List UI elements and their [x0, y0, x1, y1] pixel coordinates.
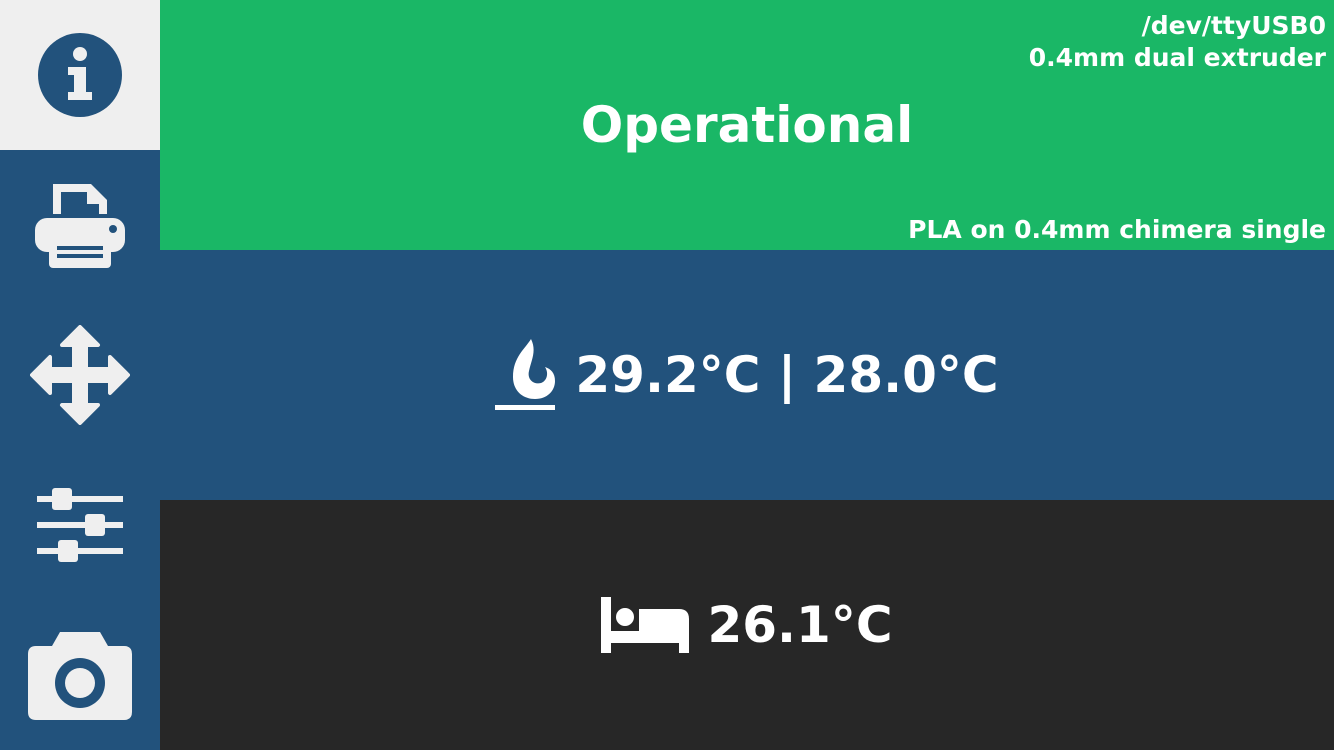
info-circle-icon — [38, 33, 122, 117]
bed-temperature-panel[interactable]: 26.1°C — [160, 500, 1334, 750]
sidebar — [0, 0, 160, 750]
main-content: /dev/ttyUSB0 0.4mm dual extruder Operati… — [160, 0, 1334, 750]
bed-temperature-value: 26.1°C — [707, 596, 893, 654]
connection-info: /dev/ttyUSB0 0.4mm dual extruder — [1029, 10, 1326, 74]
sidebar-item-info[interactable] — [0, 0, 160, 150]
sliders-icon — [37, 485, 123, 565]
printer-icon — [33, 182, 127, 268]
printer-profile-label: 0.4mm dual extruder — [1028, 43, 1326, 72]
app-root: /dev/ttyUSB0 0.4mm dual extruder Operati… — [0, 0, 1334, 750]
camera-icon — [26, 628, 134, 722]
status-panel: /dev/ttyUSB0 0.4mm dual extruder Operati… — [160, 0, 1334, 250]
sidebar-item-settings[interactable] — [0, 450, 160, 600]
material-profile-label: PLA on 0.4mm chimera single — [908, 215, 1326, 244]
bed-icon — [601, 597, 690, 653]
sidebar-item-move[interactable] — [0, 300, 160, 450]
sidebar-item-print[interactable] — [0, 150, 160, 300]
sidebar-item-camera[interactable] — [0, 600, 160, 750]
printer-status-text: Operational — [580, 96, 914, 154]
tool-temperature-panel[interactable]: 29.2°C | 28.0°C — [160, 250, 1334, 500]
port-label: /dev/ttyUSB0 — [1141, 11, 1326, 40]
tool-temperature-value: 29.2°C | 28.0°C — [575, 346, 999, 404]
move-arrows-icon — [30, 325, 130, 425]
flame-icon — [495, 337, 557, 413]
